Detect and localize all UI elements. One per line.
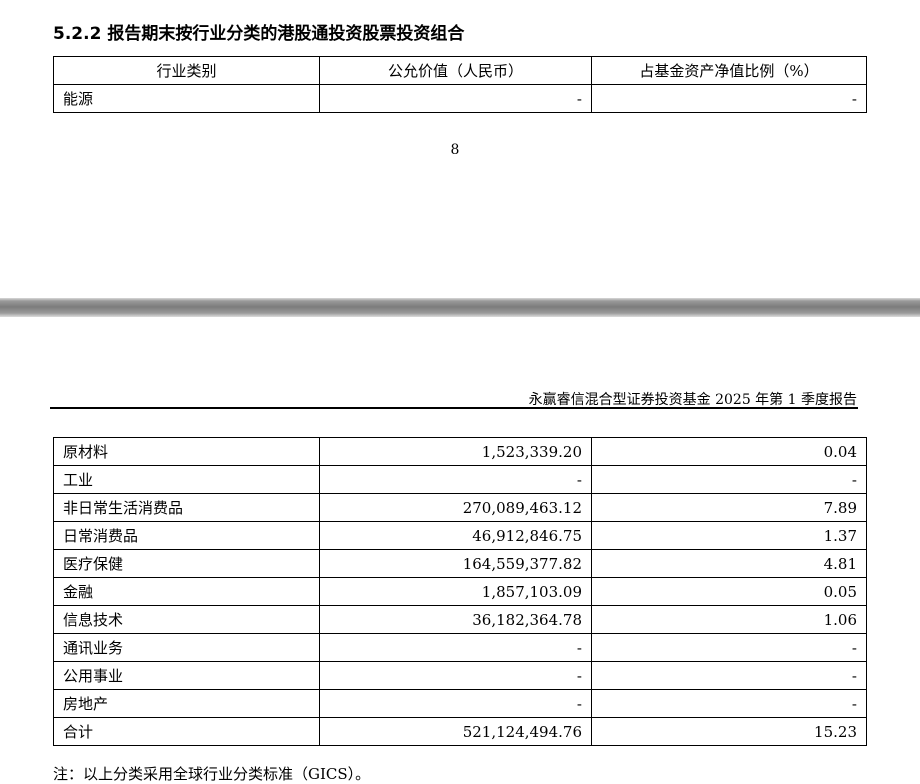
cell-value: - xyxy=(319,465,592,494)
cell-ratio: 0.05 xyxy=(591,577,867,606)
document-page-upper: 5.2.2 报告期末按行业分类的港股通投资股票投资组合 行业类别 公允价值（人民… xyxy=(0,0,920,298)
cell-value: 1,523,339.20 xyxy=(319,437,592,466)
cell-category: 信息技术 xyxy=(53,605,320,634)
cell-value: 1,857,103.09 xyxy=(319,577,592,606)
cell-category: 工业 xyxy=(53,465,320,494)
cell-value: 270,089,463.12 xyxy=(319,493,592,522)
page-separator xyxy=(0,298,920,317)
header-industry-category: 行业类别 xyxy=(53,56,320,85)
table-row: 房地产 - - xyxy=(53,689,867,718)
table-row: 原材料 1,523,339.20 0.04 xyxy=(53,437,867,466)
cell-value: - xyxy=(319,661,592,690)
cell-ratio: 0.04 xyxy=(591,437,867,466)
cell-ratio: - xyxy=(591,84,867,113)
cell-category: 原材料 xyxy=(53,437,320,466)
cell-category: 公用事业 xyxy=(53,661,320,690)
cell-ratio: - xyxy=(591,689,867,718)
table-row: 金融 1,857,103.09 0.05 xyxy=(53,577,867,606)
section-title: 5.2.2 报告期末按行业分类的港股通投资股票投资组合 xyxy=(53,24,465,44)
cell-category: 医疗保健 xyxy=(53,549,320,578)
cell-category: 合计 xyxy=(53,717,320,746)
table-footnote: 注：以上分类采用全球行业分类标准（GICS）。 xyxy=(53,765,371,783)
industry-table-continued: 原材料 1,523,339.20 0.04 工业 - - 非日常生活消费品 27… xyxy=(53,437,867,746)
cell-ratio: - xyxy=(591,633,867,662)
table-header-row: 行业类别 公允价值（人民币） 占基金资产净值比例（%） xyxy=(53,56,867,85)
table-row: 工业 - - xyxy=(53,465,867,494)
header-fair-value: 公允价值（人民币） xyxy=(319,56,592,85)
cell-ratio: 15.23 xyxy=(591,717,867,746)
table-total-row: 合计 521,124,494.76 15.23 xyxy=(53,717,867,746)
cell-category: 通讯业务 xyxy=(53,633,320,662)
cell-value: 164,559,377.82 xyxy=(319,549,592,578)
cell-value: - xyxy=(319,84,592,113)
cell-category: 非日常生活消费品 xyxy=(53,493,320,522)
table-row: 通讯业务 - - xyxy=(53,633,867,662)
cell-value: 36,182,364.78 xyxy=(319,605,592,634)
table-row: 日常消费品 46,912,846.75 1.37 xyxy=(53,521,867,550)
table-row: 医疗保健 164,559,377.82 4.81 xyxy=(53,549,867,578)
cell-category: 日常消费品 xyxy=(53,521,320,550)
table-row: 公用事业 - - xyxy=(53,661,867,690)
header-net-asset-ratio: 占基金资产净值比例（%） xyxy=(591,56,867,85)
cell-category: 能源 xyxy=(53,84,320,113)
cell-value: 46,912,846.75 xyxy=(319,521,592,550)
table-row: 能源 - - xyxy=(53,84,867,113)
industry-table-header-part: 行业类别 公允价值（人民币） 占基金资产净值比例（%） 能源 - - xyxy=(53,56,867,113)
table-row: 信息技术 36,182,364.78 1.06 xyxy=(53,605,867,634)
running-header: 永赢睿信混合型证券投资基金 2025 年第 1 季度报告 xyxy=(528,392,857,408)
cell-ratio: - xyxy=(591,465,867,494)
cell-ratio: 1.06 xyxy=(591,605,867,634)
header-rule xyxy=(50,407,858,409)
cell-value: 521,124,494.76 xyxy=(319,717,592,746)
cell-ratio: 1.37 xyxy=(591,521,867,550)
cell-ratio: - xyxy=(591,661,867,690)
cell-value: - xyxy=(319,633,592,662)
table-row: 非日常生活消费品 270,089,463.12 7.89 xyxy=(53,493,867,522)
page-number: 8 xyxy=(450,142,460,158)
document-page-lower: 永赢睿信混合型证券投资基金 2025 年第 1 季度报告 原材料 1,523,3… xyxy=(0,317,920,784)
cell-category: 金融 xyxy=(53,577,320,606)
cell-ratio: 7.89 xyxy=(591,493,867,522)
cell-value: - xyxy=(319,689,592,718)
cell-ratio: 4.81 xyxy=(591,549,867,578)
cell-category: 房地产 xyxy=(53,689,320,718)
